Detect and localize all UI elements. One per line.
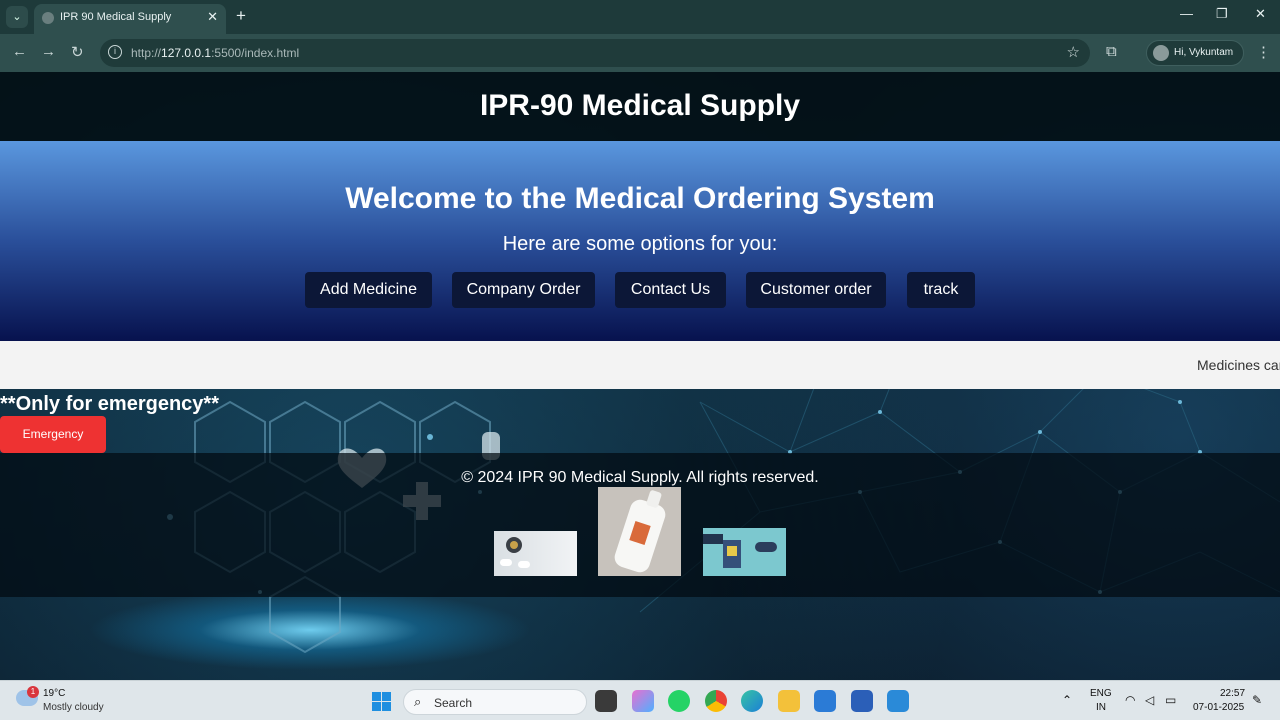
- language-bottom[interactable]: IN: [1096, 702, 1106, 713]
- emergency-heading: **Only for emergency**: [0, 393, 219, 415]
- site-title: IPR-90 Medical Supply: [479, 89, 801, 122]
- site-header: IPR-90 Medical Supply: [0, 72, 1280, 141]
- whatsapp-icon[interactable]: [668, 690, 690, 712]
- address-bar[interactable]: i http://127.0.0.1:5500/index.html ☆: [100, 39, 1090, 67]
- tab-close-icon[interactable]: ✕: [207, 9, 218, 25]
- browser-menu-icon[interactable]: ⋮: [1256, 43, 1271, 61]
- window-close-button[interactable]: ✕: [1255, 6, 1266, 22]
- chevron-up-icon[interactable]: ⌃: [1062, 693, 1072, 707]
- clock-date[interactable]: 07-01-2025: [1193, 702, 1244, 713]
- company-order-button[interactable]: Company Order: [452, 272, 595, 308]
- reload-icon[interactable]: ↻: [71, 43, 84, 61]
- minimize-button[interactable]: —: [1180, 6, 1193, 21]
- hero-title: Welcome to the Medical Ordering System: [345, 182, 935, 215]
- edge-icon[interactable]: [741, 690, 763, 712]
- weather-badge: 1: [27, 686, 39, 698]
- clock-time[interactable]: 22:57: [1220, 688, 1245, 699]
- vscode-icon[interactable]: [887, 690, 909, 712]
- bookmark-star-icon[interactable]: ☆: [1067, 43, 1080, 61]
- restore-button[interactable]: ❐: [1216, 6, 1228, 22]
- site-footer: © 2024 IPR 90 Medical Supply. All rights…: [0, 453, 1280, 597]
- copilot-icon[interactable]: [632, 690, 654, 712]
- microsoft-store-icon[interactable]: [814, 690, 836, 712]
- pills-image: [494, 531, 577, 576]
- browser-toolbar: ← → ↻ i http://127.0.0.1:5500/index.html…: [0, 34, 1280, 72]
- copyright-text: © 2024 IPR 90 Medical Supply. All rights…: [461, 469, 819, 486]
- profile-name: Hi, Vykuntam: [1174, 47, 1234, 58]
- avatar: [1153, 45, 1169, 61]
- tab-favicon-icon: [42, 12, 54, 24]
- file-explorer-icon[interactable]: [778, 690, 800, 712]
- contact-us-button[interactable]: Contact Us: [615, 272, 726, 308]
- site-info-icon[interactable]: i: [108, 45, 122, 59]
- url-text[interactable]: http://127.0.0.1:5500/index.html: [131, 46, 299, 60]
- chrome-icon[interactable]: [705, 690, 727, 712]
- tab-search-menu-button[interactable]: ⌄: [6, 6, 28, 28]
- windows-start-icon[interactable]: [372, 692, 391, 711]
- task-view-icon[interactable]: [595, 690, 617, 712]
- weather-temperature[interactable]: 19°C: [43, 688, 65, 699]
- battery-icon[interactable]: ▭: [1165, 693, 1176, 707]
- tab-title: IPR 90 Medical Supply: [60, 11, 172, 23]
- forward-arrow-icon[interactable]: →: [41, 43, 56, 60]
- browser-tab[interactable]: IPR 90 Medical Supply ✕: [34, 4, 226, 34]
- language-top[interactable]: ENG: [1090, 688, 1112, 699]
- web-page: IPR-90 Medical Supply Welcome to the Med…: [0, 72, 1280, 680]
- word-icon[interactable]: [851, 690, 873, 712]
- back-arrow-icon[interactable]: ←: [12, 43, 27, 60]
- windows-taskbar: 1 19°C Mostly cloudy ⌕ Search ⌃ ENG IN ◠…: [0, 680, 1280, 720]
- taskbar-search-box[interactable]: ⌕ Search: [403, 689, 587, 715]
- volume-icon[interactable]: ◁: [1145, 693, 1154, 707]
- extensions-icon[interactable]: ⧉: [1106, 43, 1117, 60]
- wifi-icon[interactable]: ◠: [1125, 693, 1135, 707]
- profile-chip[interactable]: Hi, Vykuntam: [1146, 40, 1244, 66]
- new-tab-button[interactable]: +: [236, 6, 246, 26]
- add-medicine-button[interactable]: Add Medicine: [305, 272, 432, 308]
- scrolling-announcement: Medicines can: [0, 341, 1280, 389]
- customer-order-button[interactable]: Customer order: [746, 272, 886, 308]
- hero-section: Welcome to the Medical Ordering System H…: [0, 141, 1280, 341]
- weather-condition[interactable]: Mostly cloudy: [43, 702, 104, 713]
- search-icon: ⌕: [414, 694, 422, 709]
- announcement-text: Medicines can: [1197, 357, 1280, 373]
- browser-tab-bar: ⌄ IPR 90 Medical Supply ✕ + — ❐ ✕: [0, 0, 1280, 34]
- emergency-button[interactable]: Emergency: [0, 416, 106, 453]
- delivery-image: [703, 528, 786, 576]
- hero-subtitle: Here are some options for you:: [502, 233, 778, 255]
- notifications-icon[interactable]: ✎: [1252, 693, 1262, 707]
- search-label: Search: [434, 696, 473, 710]
- lotion-bottle-image: [598, 487, 681, 576]
- track-button[interactable]: track: [907, 272, 975, 308]
